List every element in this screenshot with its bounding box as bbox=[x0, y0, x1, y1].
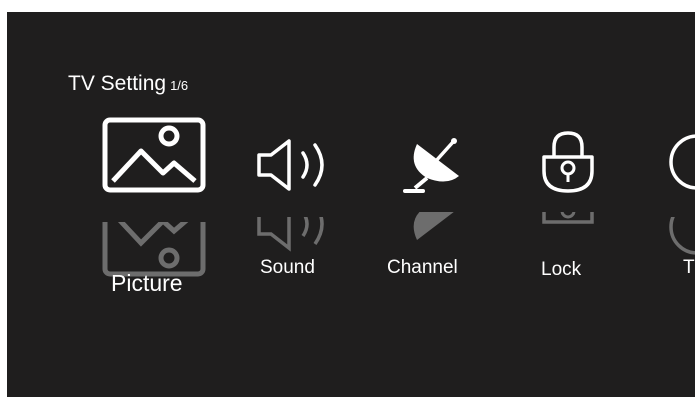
speaker-icon-reflection bbox=[253, 217, 333, 252]
lock-icon bbox=[538, 127, 598, 200]
lock-icon-reflection bbox=[538, 212, 598, 252]
satellite-dish-icon-reflection bbox=[397, 212, 465, 248]
clock-icon bbox=[667, 132, 695, 197]
menu-item-label: Channel bbox=[387, 257, 458, 278]
picture-icon-reflection bbox=[102, 222, 206, 277]
menu-item-picture[interactable]: Picture bbox=[102, 12, 212, 397]
menu-item-label: Sound bbox=[260, 257, 315, 278]
menu-item-channel[interactable]: Channel bbox=[387, 12, 480, 397]
menu-item-label: Lock bbox=[541, 259, 582, 280]
menu-item-sound[interactable]: Sound bbox=[253, 12, 343, 397]
picture-icon bbox=[102, 117, 206, 198]
menu-item-label: Picture bbox=[111, 270, 183, 296]
tv-screen: TV Setting 1/6 Picture Sound Channel Loc… bbox=[7, 12, 695, 397]
menu-item-lock[interactable]: Lock bbox=[538, 12, 608, 397]
speaker-icon bbox=[253, 137, 333, 198]
satellite-dish-icon bbox=[397, 136, 465, 201]
menu-item-label: T bbox=[683, 257, 695, 278]
menu-item-time[interactable]: T bbox=[667, 12, 695, 397]
clock-icon-reflection bbox=[667, 217, 695, 257]
